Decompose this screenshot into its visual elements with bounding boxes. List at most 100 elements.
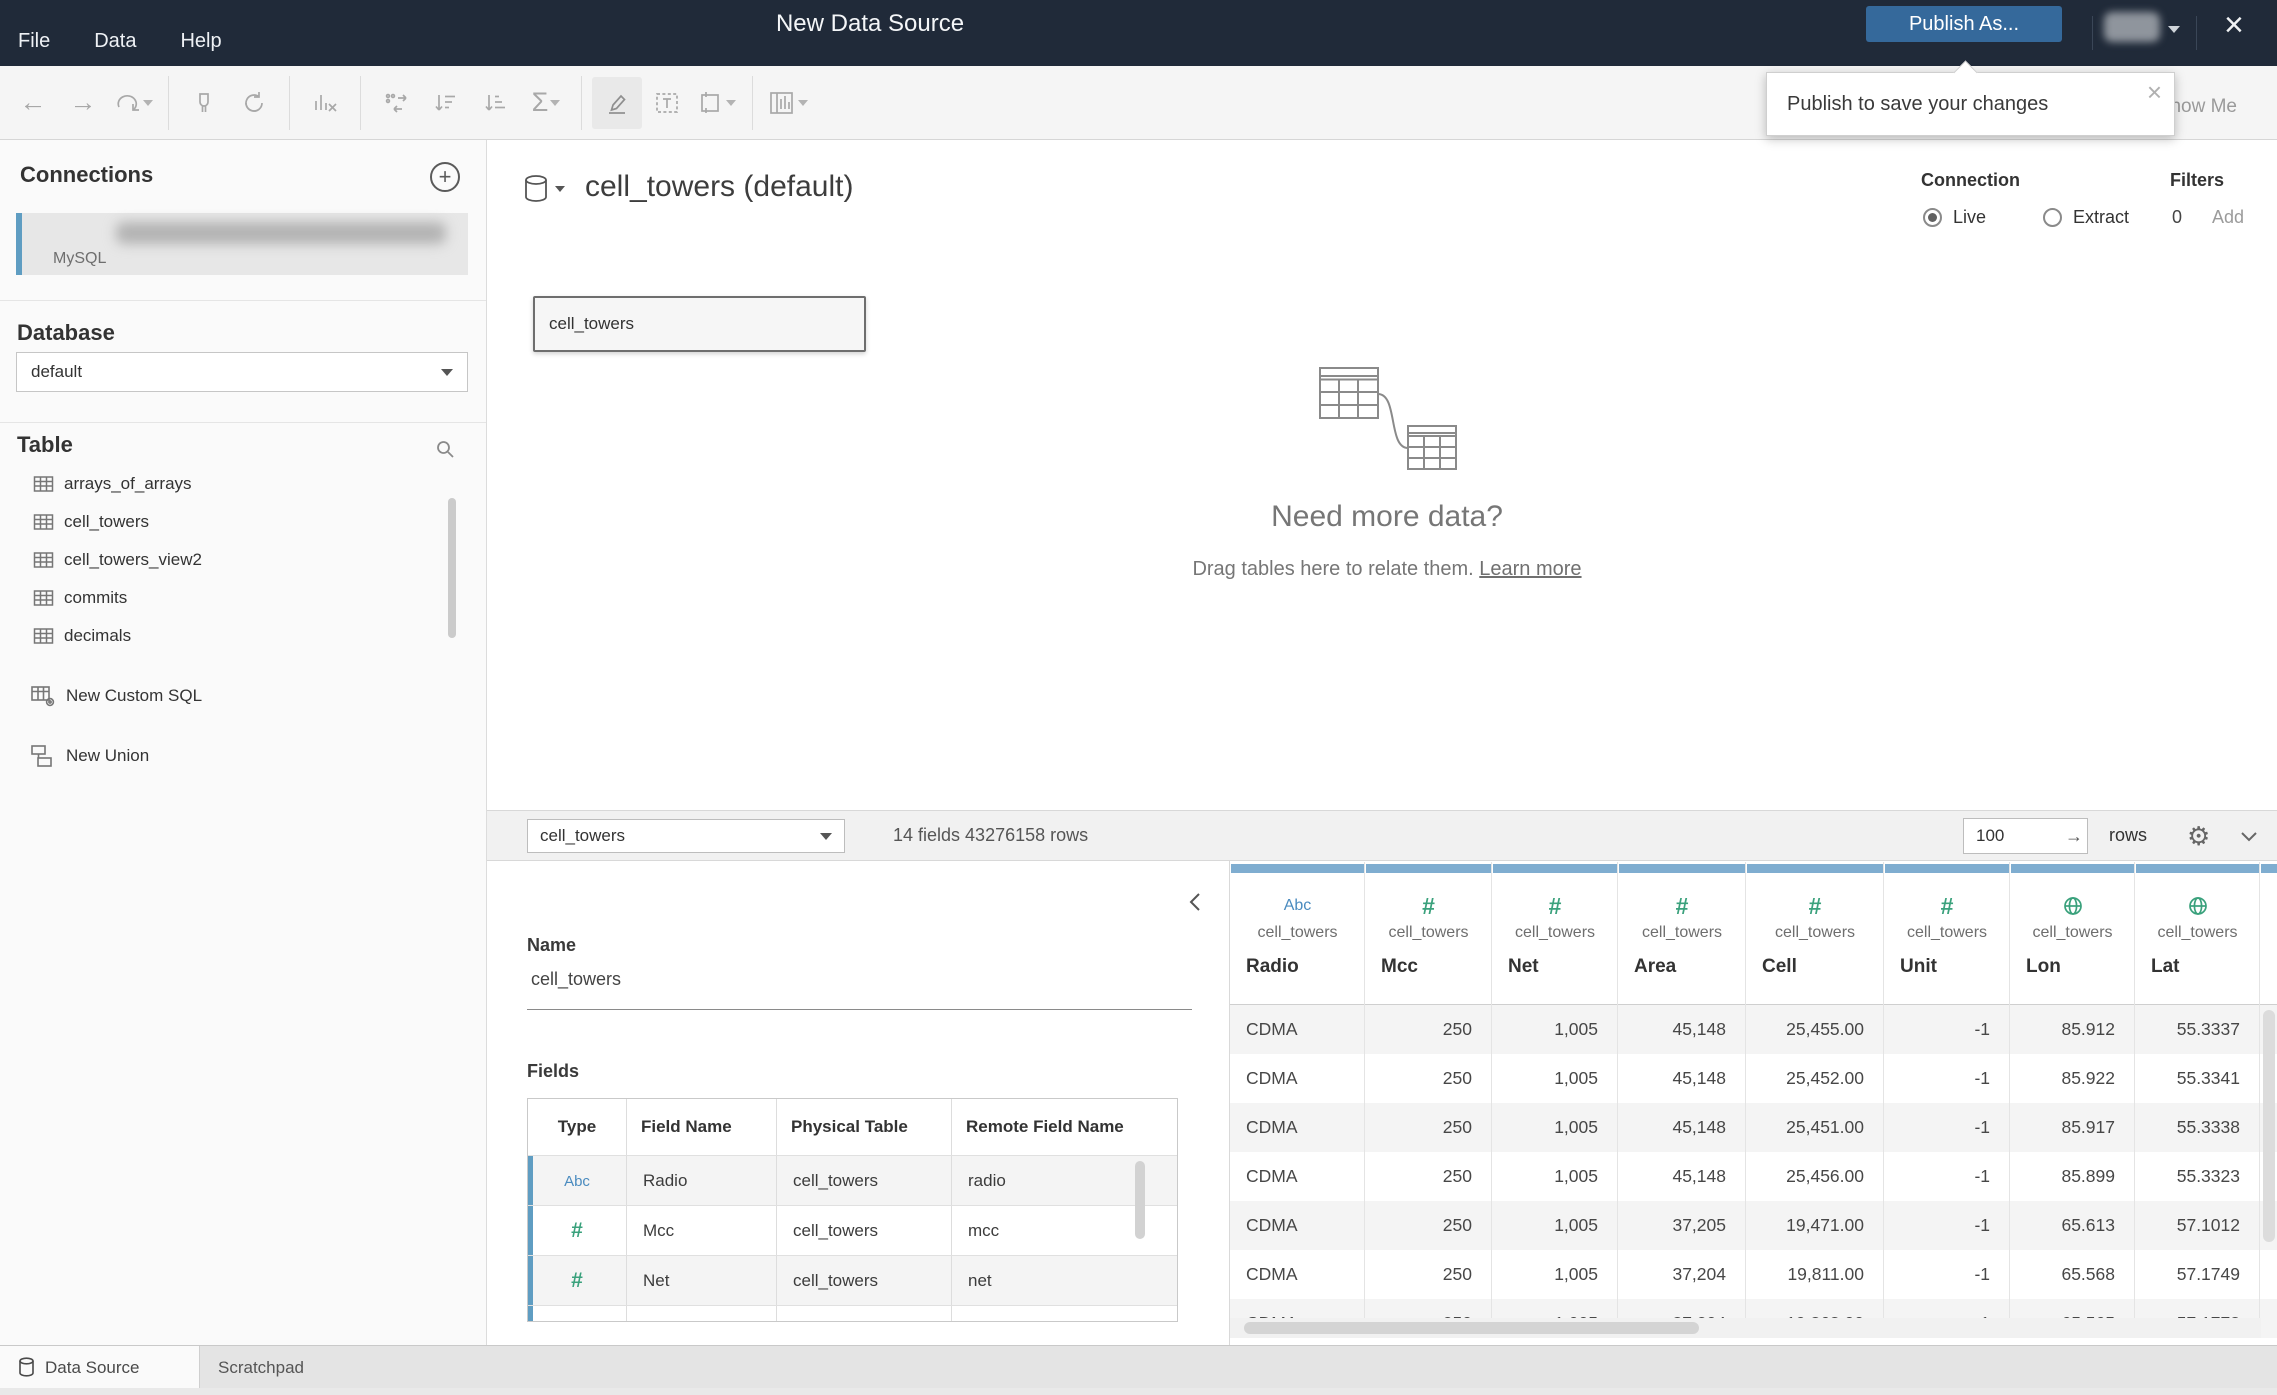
grid-cell: 19,811.00 <box>1787 1264 1864 1284</box>
number-type-icon: # <box>1548 892 1562 919</box>
column-header-Cell[interactable]: # cell_towers Cell <box>1746 862 1884 1005</box>
back-icon[interactable]: ← <box>8 77 58 129</box>
pause-updates-icon[interactable] <box>179 77 229 129</box>
field-type-cell: Abc <box>528 1156 626 1206</box>
grid-cell: 45,148 <box>1672 1019 1726 1039</box>
tooltip-close-icon[interactable]: × <box>2147 77 2162 108</box>
grid-cell: 25,451.00 <box>1786 1117 1864 1137</box>
grid-cell: 250 <box>1442 1019 1472 1039</box>
live-label[interactable]: Live <box>1953 207 1986 228</box>
fields-table-scrollbar[interactable] <box>1135 1161 1145 1239</box>
column-header-Radio[interactable]: Abc cell_towers Radio <box>1230 862 1365 1005</box>
field-type-cell: # <box>528 1256 626 1306</box>
database-cylinder-icon[interactable] <box>523 174 549 204</box>
grid-horizontal-scrollbar-thumb[interactable] <box>1244 1322 1699 1334</box>
connection-item[interactable]: MySQL <box>16 213 468 275</box>
clear-sheet-icon[interactable] <box>300 77 350 129</box>
collapse-metadata-chevron-icon[interactable] <box>1187 891 1203 913</box>
custom-sql-icon <box>30 684 56 708</box>
live-radio[interactable] <box>1923 208 1942 227</box>
learn-more-link[interactable]: Learn more <box>1479 558 1581 580</box>
grid-cell: 45,148 <box>1672 1068 1726 1088</box>
totals-icon[interactable]: Σ <box>521 77 571 129</box>
preview-table-select[interactable]: cell_towers <box>527 819 845 853</box>
name-input[interactable]: cell_towers <box>531 969 621 990</box>
fit-frame-icon[interactable] <box>692 77 742 129</box>
column-header-partial[interactable] <box>2260 862 2277 1005</box>
number-type-icon: # <box>571 1219 583 1242</box>
number-type-icon: # <box>1808 892 1822 919</box>
highlight-icon[interactable] <box>592 76 642 129</box>
forward-icon[interactable]: → <box>58 77 108 129</box>
column-table-label: cell_towers <box>1257 924 1338 941</box>
field-row-Radio[interactable]: Abc Radio cell_towers radio <box>528 1155 1177 1206</box>
refresh-data-icon[interactable] <box>229 77 279 129</box>
table-list: arrays_of_arrays cell_towers cell_towers… <box>0 465 486 655</box>
swap-rows-columns-icon[interactable] <box>371 77 421 129</box>
publish-as-button[interactable]: Publish As... <box>1866 6 2062 42</box>
table-list-item-commits[interactable]: commits <box>0 579 486 617</box>
need-more-data-subtitle: Drag tables here to relate them. Learn m… <box>1087 558 1687 581</box>
datasource-menu-caret-icon[interactable] <box>555 186 565 192</box>
user-avatar[interactable] <box>2104 12 2160 42</box>
grid-cell: 1,005 <box>1554 1019 1598 1039</box>
database-select[interactable]: default <box>16 352 468 392</box>
grid-cell: 85.899 <box>2061 1166 2115 1186</box>
grid-horizontal-scrollbar[interactable] <box>1230 1318 2261 1338</box>
field-row-Mcc[interactable]: # Mcc cell_towers mcc <box>528 1205 1177 1256</box>
user-menu-caret-icon[interactable] <box>2168 26 2180 33</box>
add-connection-icon[interactable]: + <box>430 162 460 192</box>
menu-bar: File Data Help <box>18 30 222 53</box>
grid-row: CDMA 250 1,005 37,205 19,471.00 -1 65.613 57.10… <box>1230 1201 2277 1250</box>
field-row-Net[interactable]: # Net cell_towers net <box>528 1255 1177 1306</box>
menu-help[interactable]: Help <box>180 30 221 53</box>
close-window-icon[interactable]: × <box>2224 8 2244 42</box>
grid-row: CDMA 250 1,005 45,148 25,451.00 -1 85.917 55.33… <box>1230 1103 2277 1152</box>
grid-cell: -1 <box>1974 1264 1990 1284</box>
tab-data-source[interactable]: Data Source <box>0 1346 200 1389</box>
grid-column-divider <box>2009 862 2010 1345</box>
redo-icon[interactable] <box>108 77 158 129</box>
table-list-item-cell_towers_view2[interactable]: cell_towers_view2 <box>0 541 486 579</box>
grid-cell: 37,205 <box>1672 1215 1726 1235</box>
column-header-strip <box>1493 864 1617 873</box>
column-header-Area[interactable]: # cell_towers Area <box>1618 862 1746 1005</box>
column-header-Net[interactable]: # cell_towers Net <box>1492 862 1618 1005</box>
column-header-Lon[interactable]: cell_towers Lon <box>2010 862 2135 1005</box>
search-icon[interactable] <box>434 438 456 460</box>
new-custom-sql[interactable]: New Custom SQL <box>30 684 202 708</box>
column-header-Mcc[interactable]: # cell_towers Mcc <box>1365 862 1492 1005</box>
table-list-scrollbar[interactable] <box>448 498 456 638</box>
column-header-Lat[interactable]: cell_towers Lat <box>2135 862 2260 1005</box>
connections-header: Connections <box>20 162 154 187</box>
column-header-Unit[interactable]: # cell_towers Unit <box>1884 862 2010 1005</box>
table-list-item-label: decimals <box>64 626 132 645</box>
sort-descending-icon[interactable] <box>471 77 521 129</box>
show-me-chart-icon[interactable] <box>763 77 813 129</box>
physical-table-cell: cell_towers <box>776 1256 951 1306</box>
gear-icon[interactable]: ⚙ <box>2187 821 2210 852</box>
dropdown-caret-icon <box>143 99 153 106</box>
need-more-data-title: Need more data? <box>1271 500 1503 533</box>
tab-scratchpad[interactable]: Scratchpad <box>218 1346 304 1389</box>
table-list-item-cell_towers[interactable]: cell_towers <box>0 503 486 541</box>
menu-data[interactable]: Data <box>94 30 136 53</box>
grid-row: CDMA 250 1,005 45,148 25,455.00 -1 85.912 55.33… <box>1230 1005 2277 1054</box>
menu-file[interactable]: File <box>18 30 50 53</box>
collapse-preview-chevron-icon[interactable] <box>2239 829 2259 843</box>
apply-row-count-icon[interactable]: → <box>2065 826 2083 847</box>
text-label-icon[interactable] <box>642 77 692 129</box>
extract-radio[interactable] <box>2043 208 2062 227</box>
extract-label[interactable]: Extract <box>2073 207 2129 228</box>
grid-vertical-scrollbar[interactable] <box>2263 1010 2275 1242</box>
table-list-item-decimals[interactable]: decimals <box>0 617 486 655</box>
grid-column-divider <box>1364 862 1365 1345</box>
new-union-label: New Union <box>66 746 150 765</box>
filters-add-button[interactable]: Add <box>2212 207 2244 228</box>
table-list-item-arrays_of_arrays[interactable]: arrays_of_arrays <box>0 465 486 503</box>
table-node-cell-towers[interactable]: cell_towers <box>533 296 866 352</box>
grid-column-divider <box>1745 862 1746 1345</box>
new-union[interactable]: New Union <box>30 744 149 768</box>
sort-ascending-icon[interactable] <box>421 77 471 129</box>
grid-cell: CDMA <box>1246 1166 1298 1186</box>
